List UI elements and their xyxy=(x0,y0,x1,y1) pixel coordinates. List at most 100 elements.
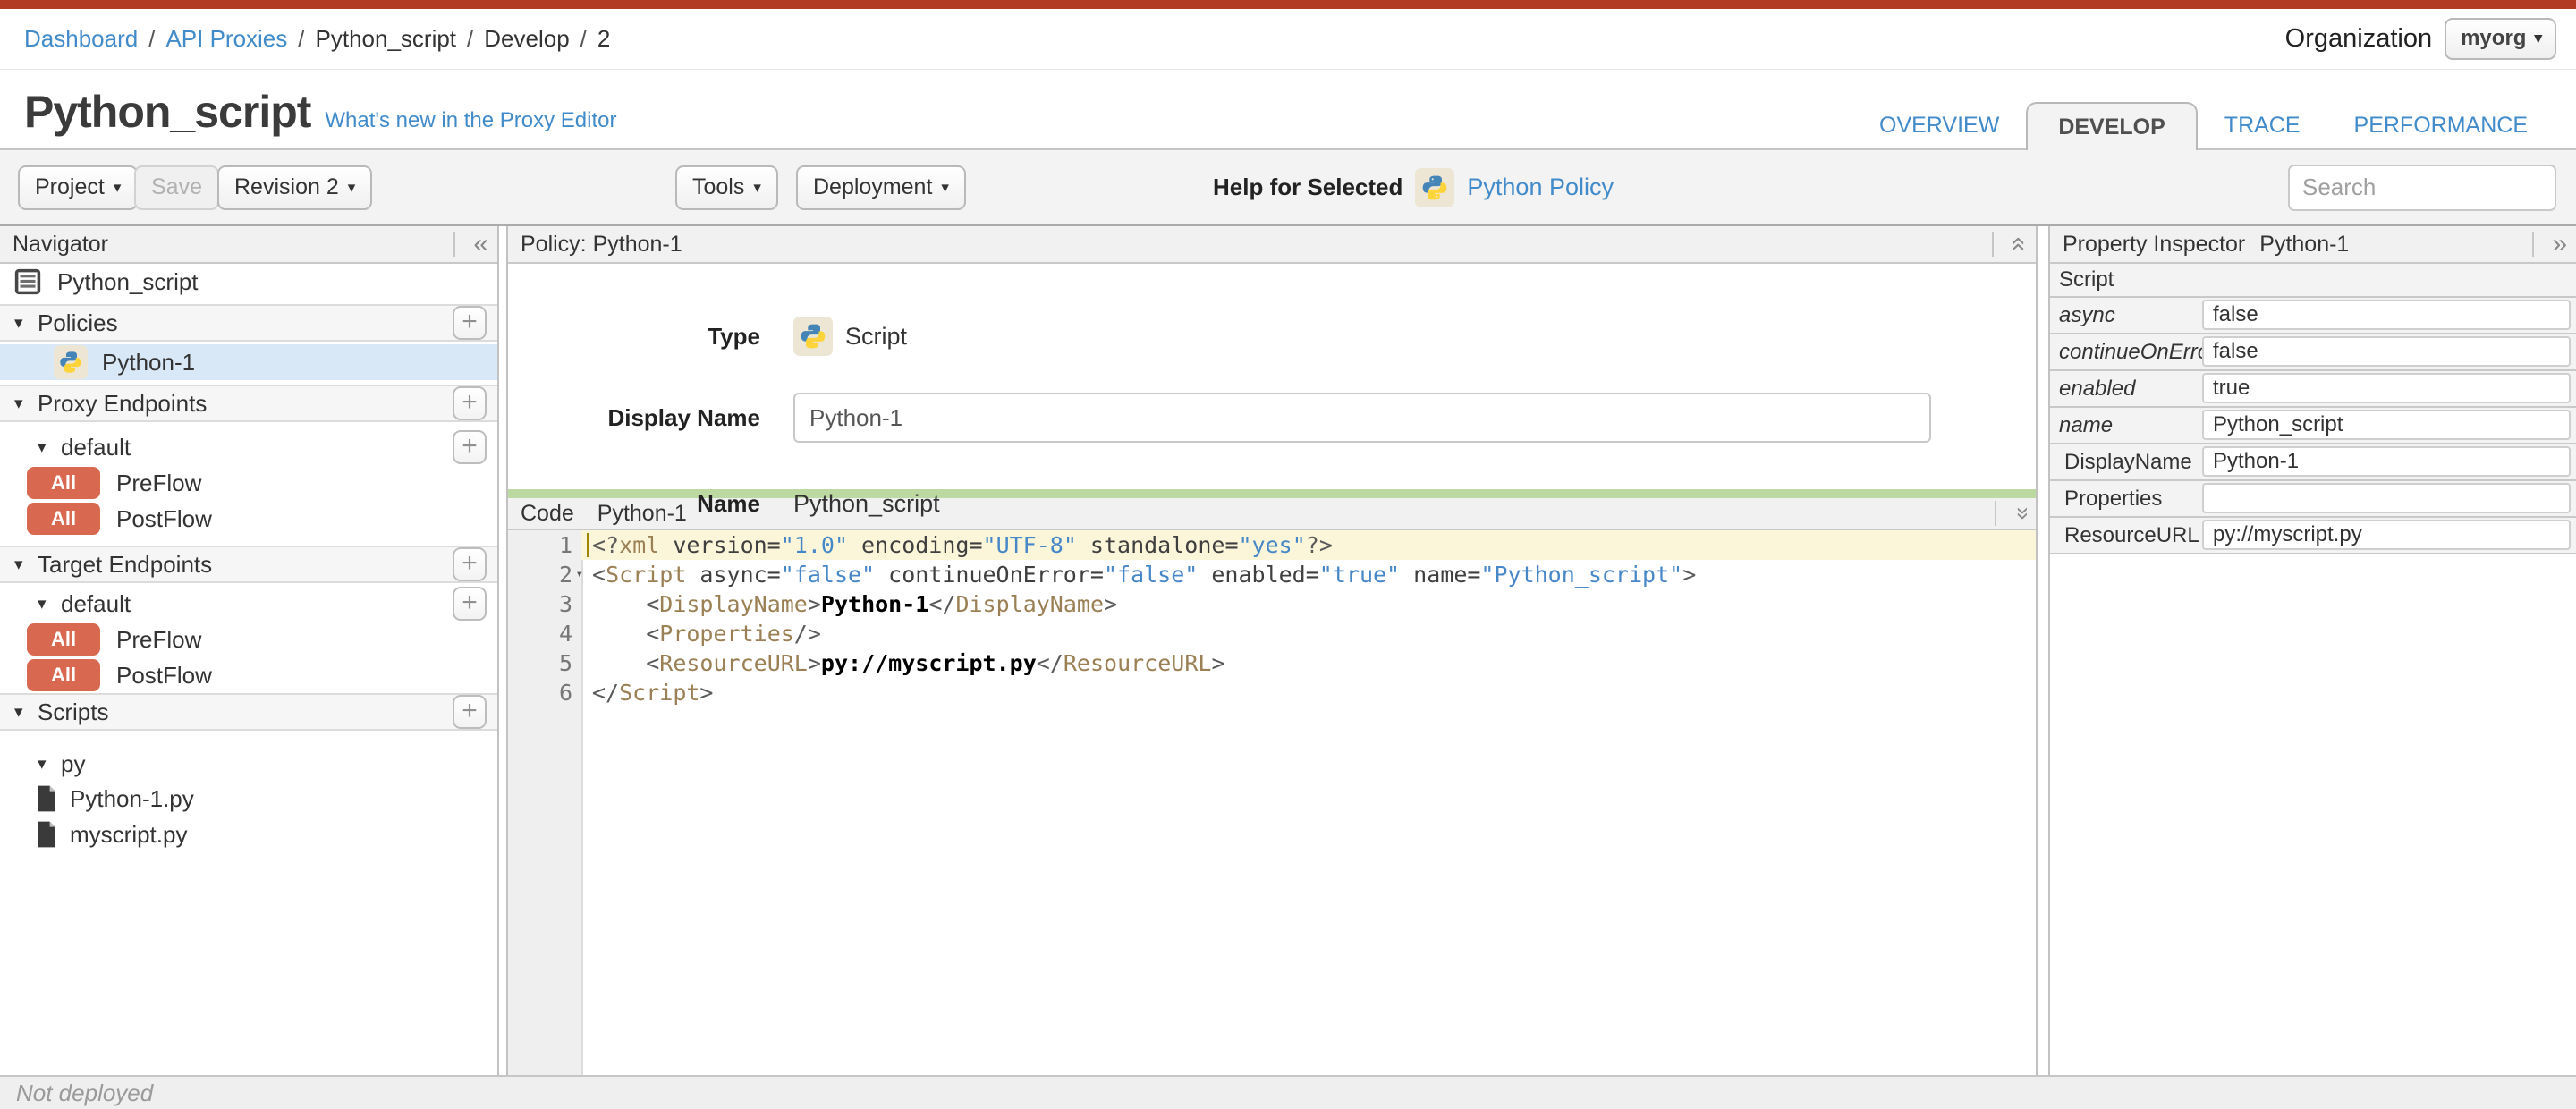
nav-item-proxy-root[interactable]: Python_script xyxy=(13,264,497,300)
property-value-field[interactable]: Python_script xyxy=(2202,410,2571,440)
tab-trace[interactable]: TRACE xyxy=(2198,102,2327,148)
breadcrumb-link-api-proxies[interactable]: API Proxies xyxy=(165,25,287,53)
caret-down-icon[interactable]: ▾ xyxy=(14,702,38,723)
navigator-header: Navigator « xyxy=(0,226,497,264)
breadcrumb-current-view: Develop xyxy=(484,25,570,52)
python-policy-icon xyxy=(54,345,88,379)
collapse-policy-panel-icon[interactable]: « xyxy=(2005,228,2035,261)
nav-section-scripts[interactable]: ▾ Scripts + xyxy=(0,693,497,731)
page-title: Python_script xyxy=(24,87,311,137)
code-line[interactable]: 2 ▾ <Script async="false" continueOnError=… xyxy=(508,560,2036,589)
property-value-field[interactable]: Python-1 xyxy=(2202,446,2571,477)
breadcrumb-current-proxy: Python_script xyxy=(315,25,457,52)
nav-section-target-endpoints[interactable]: ▾ Target Endpoints + xyxy=(0,546,497,583)
caret-down-icon[interactable]: ▾ xyxy=(14,394,38,414)
search-input[interactable] xyxy=(2288,164,2556,211)
property-value-field[interactable]: true xyxy=(2202,373,2571,403)
whats-new-link[interactable]: What's new in the Proxy Editor xyxy=(325,108,616,133)
code-lines[interactable]: 1 <?xml version="1.0" encoding="UTF-8" st… xyxy=(508,530,2036,707)
nav-section-proxy-endpoints[interactable]: ▾ Proxy Endpoints + xyxy=(0,385,497,422)
code-line[interactable]: 6 </Script> xyxy=(508,678,2036,707)
add-flow-button[interactable]: + xyxy=(453,587,487,621)
caret-down-icon[interactable]: ▾ xyxy=(38,437,61,458)
type-row: Type Script xyxy=(508,317,907,356)
caret-down-icon[interactable]: ▾ xyxy=(14,554,38,575)
breadcrumb: Dashboard / API Proxies / Python_script … xyxy=(24,25,610,53)
project-menu-button[interactable]: Project ▾ xyxy=(18,165,139,210)
save-button[interactable]: Save xyxy=(134,165,219,210)
code-line-content[interactable]: <Properties/> xyxy=(581,619,2036,648)
status-bar: Not deployed xyxy=(0,1075,2576,1109)
nav-item-script-file[interactable]: Python-1.py xyxy=(0,781,497,817)
caret-down-icon[interactable]: ▾ xyxy=(14,313,38,334)
name-row: Name Python_script xyxy=(508,486,939,521)
tab-develop[interactable]: DEVELOP xyxy=(2026,102,2198,150)
code-line-content[interactable]: <Script async="false" continueOnError="f… xyxy=(581,560,2036,589)
code-line-content[interactable]: <ResourceURL>py://myscript.py</ResourceU… xyxy=(581,648,2036,678)
add-target-endpoint-button[interactable]: + xyxy=(453,547,487,581)
tab-overview[interactable]: OVERVIEW xyxy=(1852,102,2026,148)
nav-item-proxy-endpoint-default[interactable]: ▾ default + xyxy=(0,429,497,465)
property-value-field[interactable]: false xyxy=(2202,336,2571,367)
divider xyxy=(1994,501,1996,526)
caret-down-icon: ▾ xyxy=(347,178,356,196)
collapse-navigator-icon[interactable]: « xyxy=(464,231,497,258)
divider xyxy=(1992,232,1995,257)
toolbar: Project ▾ Save Revision 2 ▾ Tools ▾ Depl… xyxy=(0,150,2576,226)
code-line[interactable]: 3 <DisplayName>Python-1</DisplayName> xyxy=(508,589,2036,619)
expand-code-panel-icon[interactable]: « xyxy=(2007,498,2034,529)
all-methods-badge: All xyxy=(27,467,100,499)
all-methods-badge: All xyxy=(27,659,100,691)
code-line[interactable]: 5 <ResourceURL>py://myscript.py</Resourc… xyxy=(508,648,2036,678)
nav-item-preflow[interactable]: All PreFlow xyxy=(0,622,497,657)
breadcrumb-separator: / xyxy=(580,25,587,52)
name-label: Name xyxy=(697,489,760,517)
tools-menu-button[interactable]: Tools ▾ xyxy=(675,165,778,210)
property-inspector-panel: Property Inspector Python-1 » Script asy… xyxy=(2048,226,2576,1075)
property-value-field[interactable]: false xyxy=(2202,300,2571,330)
caret-down-icon[interactable]: ▾ xyxy=(38,594,61,614)
add-flow-button[interactable]: + xyxy=(453,430,487,464)
revision-menu-button[interactable]: Revision 2 ▾ xyxy=(217,165,373,210)
inspector-row: enabled true xyxy=(2050,371,2576,408)
help-for-selected-label: Help for Selected xyxy=(1213,174,1403,200)
breadcrumb-separator: / xyxy=(148,25,156,52)
top-accent-bar xyxy=(0,0,2576,9)
type-label: Type xyxy=(708,322,760,350)
add-script-button[interactable]: + xyxy=(453,695,487,729)
nav-item-script-file[interactable]: myscript.py xyxy=(0,817,497,852)
deployment-menu-button[interactable]: Deployment ▾ xyxy=(796,165,966,210)
breadcrumb-link-dashboard[interactable]: Dashboard xyxy=(24,25,138,53)
property-value-field[interactable]: py://myscript.py xyxy=(2202,520,2571,550)
nav-item-preflow[interactable]: All PreFlow xyxy=(0,465,497,501)
nav-item-target-endpoint-default[interactable]: ▾ default + xyxy=(0,586,497,622)
property-label: name xyxy=(2059,412,2114,437)
property-label: ResourceURL xyxy=(2064,522,2199,547)
collapse-inspector-icon[interactable]: » xyxy=(2543,231,2576,258)
code-editor[interactable]: 1 <?xml version="1.0" encoding="UTF-8" st… xyxy=(508,530,2036,1075)
nav-item-postflow[interactable]: All PostFlow xyxy=(0,657,497,693)
caret-down-icon[interactable]: ▾ xyxy=(38,754,61,775)
nav-item-policy-python-1[interactable]: Python-1 xyxy=(0,344,497,380)
code-line-content[interactable]: </Script> xyxy=(581,678,2036,707)
inspector-row: continueOnError false xyxy=(2050,334,2576,371)
code-line[interactable]: 1 <?xml version="1.0" encoding="UTF-8" st… xyxy=(508,530,2036,560)
breadcrumb-separator: / xyxy=(467,25,474,52)
code-line-content[interactable]: <DisplayName>Python-1</DisplayName> xyxy=(581,589,2036,619)
add-policy-button[interactable]: + xyxy=(453,306,487,340)
tab-performance[interactable]: PERFORMANCE xyxy=(2327,102,2555,148)
navigator-tree: Python_script ▾ Policies + Python-1 ▾ Pr… xyxy=(0,264,497,1075)
nav-section-policies[interactable]: ▾ Policies + xyxy=(0,304,497,342)
add-proxy-endpoint-button[interactable]: + xyxy=(453,386,487,420)
property-value-field[interactable] xyxy=(2202,483,2571,513)
code-line-content[interactable]: <?xml version="1.0" encoding="UTF-8" sta… xyxy=(581,530,2036,560)
line-number: 3 xyxy=(558,591,572,617)
nav-item-scripts-py-group[interactable]: ▾ py xyxy=(0,747,497,781)
organization-dropdown[interactable]: myorg ▾ xyxy=(2445,18,2556,60)
nav-item-postflow[interactable]: All PostFlow xyxy=(0,501,497,537)
divider xyxy=(453,232,456,257)
code-line[interactable]: 4 <Properties/> xyxy=(508,619,2036,648)
caret-down-icon: ▾ xyxy=(2534,30,2542,47)
python-policy-help-link[interactable]: Python Policy xyxy=(1467,174,1614,201)
display-name-input[interactable] xyxy=(793,393,1931,443)
